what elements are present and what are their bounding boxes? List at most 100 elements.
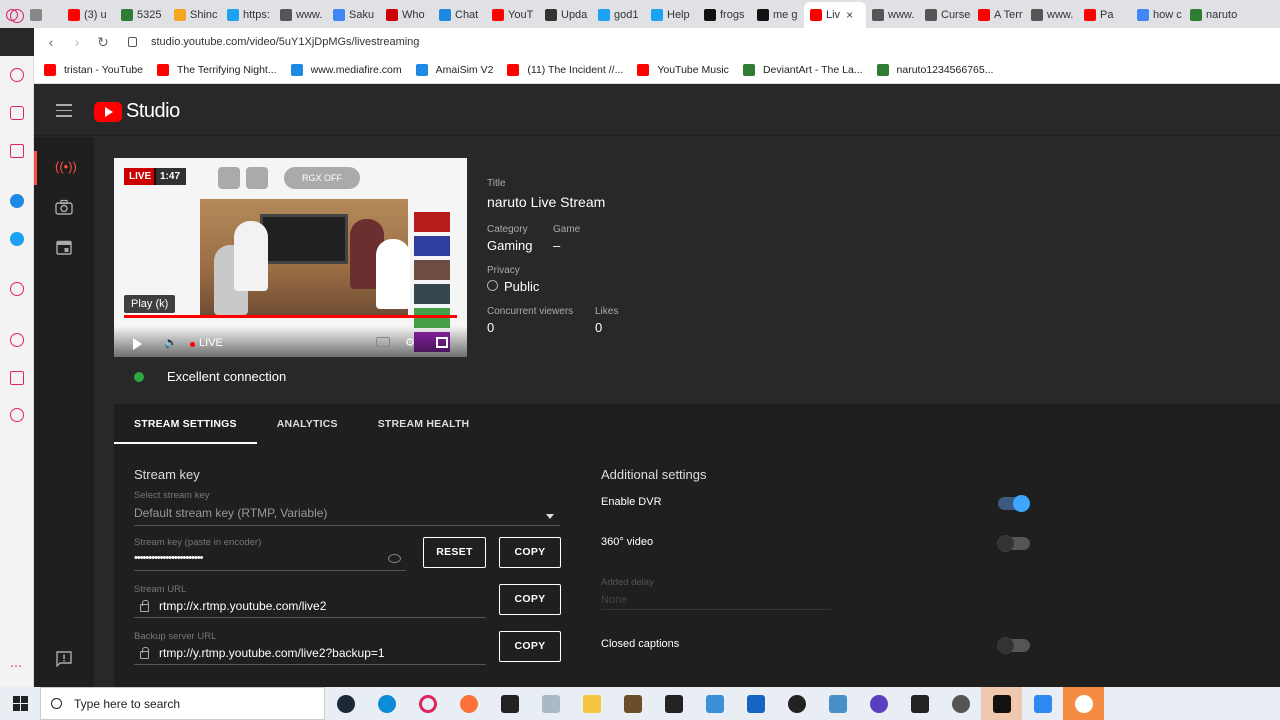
settings-taskbar-icon[interactable]: [940, 687, 981, 720]
photos-icon[interactable]: [817, 687, 858, 720]
browser-tab[interactable]: Liv ×: [804, 2, 866, 28]
bookmark-item[interactable]: AmaiSim V2: [415, 63, 493, 76]
game-app-icon[interactable]: [776, 687, 817, 720]
closed-captions-toggle[interactable]: [997, 637, 1030, 654]
bookmark-item[interactable]: The Terrifying Night...: [157, 63, 277, 76]
browser-tab[interactable]: frogs: [698, 2, 751, 28]
messenger-icon[interactable]: [10, 194, 24, 208]
epic-games-icon[interactable]: [489, 687, 530, 720]
bookmark-item[interactable]: naruto1234566765...: [876, 63, 993, 76]
taskbar-search[interactable]: Type here to search: [40, 687, 325, 720]
studio-logo[interactable]: Studio: [94, 100, 180, 123]
discord-app-icon[interactable]: [858, 687, 899, 720]
stream-preview-player[interactable]: LIVE 1:47 RGX OFF Play (k) 🔈 LIVE ⚙: [114, 158, 467, 357]
menu-icon[interactable]: [56, 104, 72, 117]
clock-icon[interactable]: [10, 333, 24, 347]
back-button[interactable]: ‹: [38, 34, 64, 50]
copy-stream-url-button[interactable]: COPY: [499, 584, 561, 615]
more-icon[interactable]: ⋯: [10, 660, 24, 676]
cube-icon[interactable]: [10, 371, 24, 385]
stream-key-select[interactable]: Default stream key (RTMP, Variable): [134, 506, 327, 520]
browser-tab[interactable]: YouT: [486, 2, 539, 28]
browser-tab[interactable]: god1: [592, 2, 645, 28]
minecraft-icon[interactable]: [612, 687, 653, 720]
steam-icon[interactable]: [325, 687, 366, 720]
tab-stream-health[interactable]: STREAM HEALTH: [358, 404, 490, 444]
tab-analytics[interactable]: ANALYTICS: [257, 404, 358, 444]
volume-icon[interactable]: 🔈: [164, 336, 178, 349]
browser-tab[interactable]: Pa: [1078, 2, 1131, 28]
capcut-icon[interactable]: [981, 687, 1022, 720]
browser-tab[interactable]: https:: [221, 2, 274, 28]
browser-tab[interactable]: Help: [645, 2, 698, 28]
bookmark-item[interactable]: tristan - YouTube: [44, 63, 143, 76]
feedback-icon[interactable]: [55, 651, 73, 668]
popout-icon[interactable]: [246, 167, 268, 189]
settings-gear-icon[interactable]: ⚙: [405, 336, 415, 349]
player-live-label[interactable]: LIVE: [199, 337, 223, 349]
browser-tab[interactable]: www.: [274, 2, 327, 28]
visibility-off-icon[interactable]: [388, 554, 401, 563]
fullscreen-icon[interactable]: [436, 337, 448, 348]
photo-app-icon[interactable]: [694, 687, 735, 720]
start-button[interactable]: [0, 687, 40, 720]
play-icon[interactable]: [133, 338, 142, 350]
reset-stream-key-button[interactable]: RESET: [423, 537, 486, 568]
opera-taskbar-icon[interactable]: [407, 687, 448, 720]
camera-icon[interactable]: [55, 199, 73, 215]
browser-tab[interactable]: [24, 2, 62, 28]
live-stream-icon[interactable]: ((•)): [55, 159, 77, 175]
browser-tab[interactable]: me g: [751, 2, 804, 28]
twitter-icon[interactable]: [10, 232, 24, 246]
browser-tab[interactable]: Curse: [919, 2, 972, 28]
browser-tab[interactable]: www.: [866, 2, 919, 28]
browser-tab[interactable]: Who: [380, 2, 433, 28]
opera-sidebar-icon[interactable]: [10, 9, 24, 23]
browser-tab[interactable]: Upda: [539, 2, 592, 28]
bookmark-item[interactable]: (11) The Incident //...: [507, 63, 623, 76]
copy-stream-key-button[interactable]: COPY: [499, 537, 561, 568]
settings-icon[interactable]: [10, 408, 24, 422]
store-icon[interactable]: [735, 687, 776, 720]
browser-tab[interactable]: Shinc: [168, 2, 221, 28]
tab-label: Saku: [349, 9, 375, 21]
bag-icon[interactable]: [10, 106, 24, 120]
browser-tab[interactable]: how c: [1131, 2, 1184, 28]
mail-taskbar-icon[interactable]: [1022, 687, 1063, 720]
player-progress-bar[interactable]: [124, 315, 457, 318]
bookmark-item[interactable]: YouTube Music: [637, 63, 729, 76]
history-icon[interactable]: [10, 68, 24, 82]
captions-icon[interactable]: [376, 337, 390, 347]
firefox-icon[interactable]: [448, 687, 489, 720]
tab-stream-settings[interactable]: STREAM SETTINGS: [114, 404, 257, 444]
browser-tab[interactable]: A Terr: [972, 2, 1025, 28]
enable-dvr-toggle[interactable]: [998, 495, 1030, 512]
copy-backup-url-button[interactable]: COPY: [499, 631, 561, 662]
browser-tab[interactable]: Saku: [327, 2, 380, 28]
browser-tab[interactable]: 5325: [115, 2, 168, 28]
forward-button[interactable]: ›: [64, 34, 90, 50]
file-explorer-icon[interactable]: [571, 687, 612, 720]
close-tab-icon[interactable]: ×: [846, 8, 853, 22]
pip-icon[interactable]: [218, 167, 240, 189]
bookmark-item[interactable]: DeviantArt - The La...: [742, 63, 863, 76]
rgx-toggle[interactable]: RGX OFF: [284, 167, 360, 189]
calendar-icon[interactable]: [55, 239, 73, 255]
edge-icon[interactable]: [366, 687, 407, 720]
chevron-down-icon[interactable]: [546, 514, 554, 519]
twitch-icon[interactable]: [10, 144, 24, 158]
browser-tab[interactable]: naruto: [1184, 2, 1237, 28]
video-360-toggle[interactable]: [997, 535, 1030, 552]
reload-button[interactable]: ↻: [90, 34, 116, 51]
browser-tab[interactable]: (3) u: [62, 2, 115, 28]
tray-app-icon[interactable]: [1063, 687, 1104, 720]
browser-tab[interactable]: www.: [1025, 2, 1078, 28]
player-icon[interactable]: [10, 282, 24, 296]
stream-key-input[interactable]: ••••••••••••••••••••••••: [134, 552, 203, 564]
browser-tab[interactable]: Chat: [433, 2, 486, 28]
editor-icon[interactable]: [899, 687, 940, 720]
url-field[interactable]: studio.youtube.com/video/5uY1XjDpMGs/liv…: [128, 36, 419, 48]
notepad-icon[interactable]: [530, 687, 571, 720]
bookmark-item[interactable]: www.mediafire.com: [290, 63, 402, 76]
app-icon[interactable]: [653, 687, 694, 720]
